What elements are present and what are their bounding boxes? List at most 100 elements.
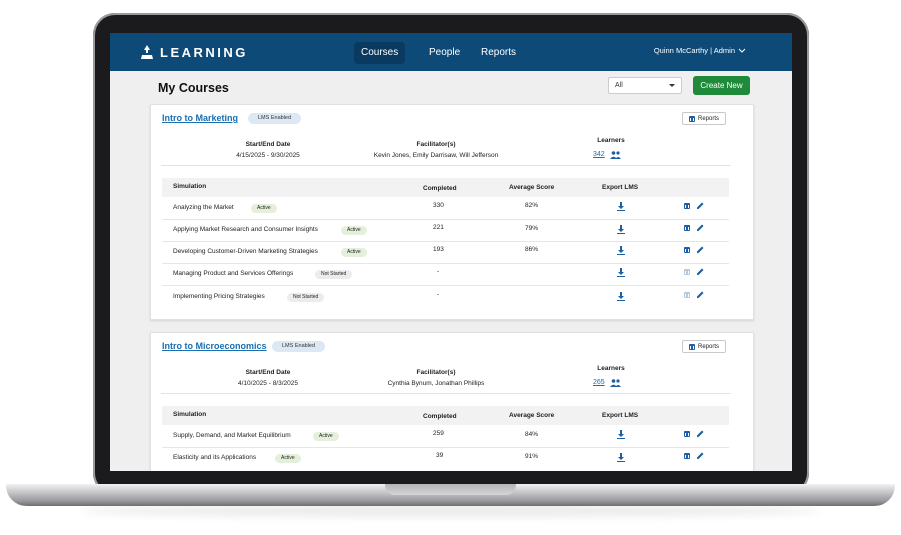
download-icon[interactable] bbox=[617, 430, 625, 439]
status-badge: Active bbox=[341, 248, 367, 257]
simulation-name: Analyzing the Market bbox=[173, 204, 234, 211]
completed-count: 330 bbox=[433, 202, 444, 209]
simulation-name: Managing Product and Services Offerings bbox=[173, 270, 294, 277]
pencil-icon[interactable] bbox=[697, 430, 704, 437]
nav-courses[interactable]: Courses bbox=[354, 42, 406, 64]
facilitators-label: Facilitator(s) bbox=[416, 369, 456, 376]
chart-icon[interactable] bbox=[684, 453, 690, 459]
status-badge: Active bbox=[275, 454, 301, 463]
pencil-icon[interactable] bbox=[697, 452, 704, 459]
chevron-down-icon bbox=[738, 48, 746, 53]
col-average-score: Average Score bbox=[509, 412, 555, 419]
average-score: 82% bbox=[525, 202, 539, 209]
download-icon[interactable] bbox=[617, 292, 625, 301]
table-row: Managing Product and Services Offerings … bbox=[162, 263, 729, 286]
chart-icon[interactable] bbox=[684, 203, 690, 209]
reports-label: Reports bbox=[697, 343, 719, 350]
completed-count: 193 bbox=[433, 246, 444, 253]
page-title: My Courses bbox=[158, 81, 229, 95]
dates-label: Start/End Date bbox=[245, 369, 291, 376]
col-completed: Completed bbox=[423, 413, 457, 420]
chart-icon[interactable] bbox=[684, 431, 690, 437]
status-badge: Active bbox=[341, 226, 367, 235]
brand-name: LEARNING bbox=[160, 44, 248, 60]
completed-count: 39 bbox=[436, 452, 444, 459]
user-menu[interactable]: Quinn McCarthy | Admin bbox=[654, 46, 746, 55]
logo-mark-icon bbox=[141, 45, 153, 59]
table-row: Implementing Pricing Strategies Not Star… bbox=[162, 285, 729, 307]
status-badge: Active bbox=[313, 432, 339, 441]
completed-count: 221 bbox=[433, 224, 444, 231]
facilitators-value: Cynthia Bynum, Jonathan Phillips bbox=[387, 380, 485, 387]
pencil-icon[interactable] bbox=[697, 246, 704, 253]
course-card: Intro to Microeconomics LMS Enabled Repo… bbox=[150, 332, 754, 471]
chart-icon bbox=[688, 115, 695, 122]
chart-icon[interactable] bbox=[684, 225, 690, 231]
simulation-name: Implementing Pricing Strategies bbox=[173, 293, 265, 300]
pencil-icon[interactable] bbox=[697, 268, 704, 275]
caret-down-icon bbox=[669, 84, 675, 87]
table-row: Supply, Demand, and Market Equilibrium A… bbox=[162, 425, 729, 448]
pencil-icon[interactable] bbox=[697, 202, 704, 209]
completed-count: - bbox=[437, 291, 440, 298]
brand-logo[interactable]: LEARNING bbox=[140, 44, 248, 60]
completed-count: 259 bbox=[433, 430, 444, 437]
filter-select[interactable]: All bbox=[608, 77, 682, 94]
simulation-table: Simulation Completed Average Score Expor… bbox=[162, 406, 729, 471]
average-score: 84% bbox=[525, 431, 539, 438]
section-divider bbox=[161, 165, 731, 166]
simulation-name: Applying Market Research and Consumer In… bbox=[173, 226, 318, 233]
download-icon[interactable] bbox=[617, 225, 625, 234]
course-card: Intro to Marketing LMS Enabled Reports S… bbox=[150, 104, 754, 320]
average-score: 79% bbox=[525, 225, 539, 232]
table-header: Simulation Completed Average Score Expor… bbox=[162, 178, 729, 197]
pencil-icon[interactable] bbox=[697, 224, 704, 231]
simulation-name: Elasticity and its Applications bbox=[173, 454, 257, 461]
col-export-lms: Export LMS bbox=[602, 184, 639, 191]
table-row: Applying Market Research and Consumer In… bbox=[162, 219, 729, 242]
col-average-score: Average Score bbox=[509, 184, 555, 191]
col-simulation: Simulation bbox=[173, 183, 207, 190]
section-divider bbox=[161, 393, 731, 394]
app-screen: LEARNING Courses People Reports Quinn Mc… bbox=[110, 33, 792, 471]
filter-value: All bbox=[615, 82, 623, 89]
simulation-table: Simulation Completed Average Score Expor… bbox=[162, 178, 729, 310]
course-title-link[interactable]: Intro to Microeconomics bbox=[162, 341, 267, 351]
chart-icon bbox=[684, 269, 690, 275]
learners-count-link[interactable]: 265 bbox=[593, 379, 605, 386]
learners-label: Learners bbox=[597, 137, 625, 144]
chart-icon[interactable] bbox=[684, 247, 690, 253]
simulation-name: Supply, Demand, and Market Equilibrium bbox=[173, 432, 291, 439]
download-icon[interactable] bbox=[617, 268, 625, 277]
dates-value: 4/15/2025 - 9/30/2025 bbox=[236, 152, 300, 159]
chart-icon bbox=[688, 343, 695, 350]
reports-label: Reports bbox=[697, 115, 719, 122]
dates-label: Start/End Date bbox=[245, 141, 291, 148]
reports-button[interactable]: Reports bbox=[682, 112, 726, 125]
reports-button[interactable]: Reports bbox=[682, 340, 726, 353]
facilitators-value: Kevin Jones, Emily Darrisaw, Will Jeffer… bbox=[373, 152, 499, 159]
laptop-shadow bbox=[80, 505, 820, 517]
table-row: Elasticity and its Applications Active 3… bbox=[162, 447, 729, 469]
download-icon[interactable] bbox=[617, 202, 625, 211]
table-row: Analyzing the Market Active 330 82% bbox=[162, 197, 729, 220]
status-badge: Not Started bbox=[287, 293, 325, 302]
nav-people[interactable]: People bbox=[422, 42, 467, 64]
top-nav: LEARNING Courses People Reports Quinn Mc… bbox=[110, 33, 792, 71]
create-new-button[interactable]: Create New bbox=[693, 76, 750, 95]
average-score: 91% bbox=[525, 453, 539, 460]
people-icon bbox=[610, 379, 621, 387]
status-badge: Not Started bbox=[315, 270, 353, 279]
nav-reports[interactable]: Reports bbox=[474, 42, 523, 64]
course-title-link[interactable]: Intro to Marketing bbox=[162, 113, 238, 123]
user-name: Quinn McCarthy | Admin bbox=[653, 46, 735, 55]
facilitators-label: Facilitator(s) bbox=[416, 141, 456, 148]
pencil-icon[interactable] bbox=[697, 291, 704, 298]
col-completed: Completed bbox=[423, 185, 457, 192]
table-header: Simulation Completed Average Score Expor… bbox=[162, 406, 729, 425]
download-icon[interactable] bbox=[617, 453, 625, 462]
people-icon bbox=[610, 151, 621, 159]
learners-count-link[interactable]: 342 bbox=[593, 151, 605, 158]
dates-value: 4/10/2025 - 8/3/2025 bbox=[238, 380, 298, 387]
download-icon[interactable] bbox=[617, 246, 625, 255]
